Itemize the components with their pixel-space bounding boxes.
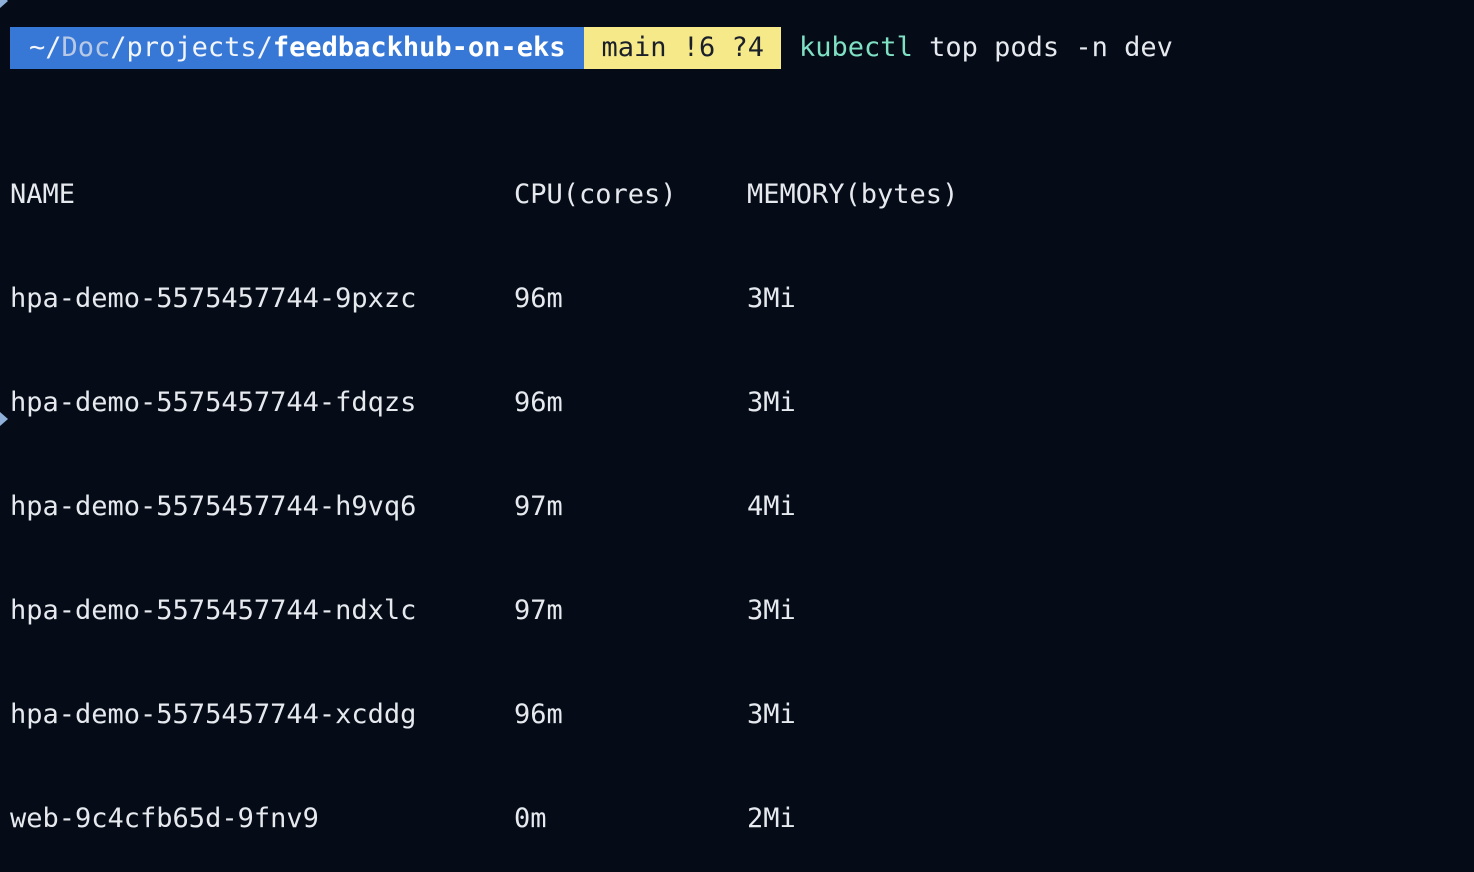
pod-memory: 3Mi [747,283,796,314]
command-name: kubectl [799,32,913,63]
table-row: hpa-demo-5575457744-fdqzs 96m 3Mi [10,382,1047,424]
pod-cpu: 0m [514,803,547,834]
prompt-marker-icon [0,412,8,426]
pod-name: web-9c4cfb65d-9fnv9 [10,803,319,834]
pod-memory: 3Mi [747,387,796,418]
prompt-git-segment: main !6 ?4 [584,27,782,69]
pod-memory: 4Mi [747,491,796,522]
table-row: hpa-demo-5575457744-ndxlc 97m 3Mi [10,590,1047,632]
prompt-marker-icon [0,0,8,8]
terminal-window[interactable]: ~/Doc/projects/feedbackhub-on-eks main !6… [0,0,1474,834]
pod-name: hpa-demo-5575457744-9pxzc [10,283,417,314]
command-text: kubectl top pods -n dev [799,27,1173,69]
pod-name: hpa-demo-5575457744-xcddg [10,699,417,730]
pod-memory: 3Mi [747,595,796,626]
pod-memory: 2Mi [747,803,796,834]
pod-cpu: 96m [514,699,563,730]
header-name: NAME [10,179,76,210]
pod-name: hpa-demo-5575457744-ndxlc [10,595,417,626]
header-memory: MEMORY(bytes) [747,179,959,210]
pod-memory: 3Mi [747,699,796,730]
table-row: hpa-demo-5575457744-h9vq6 97m 4Mi [10,486,1047,528]
path-current-dir: feedbackhub-on-eks [272,32,566,63]
pod-name: hpa-demo-5575457744-h9vq6 [10,491,417,522]
path-prefix: ~/ [29,32,62,63]
path-mid: /projects/ [110,32,273,63]
table-header-row: NAME CPU(cores) MEMORY(bytes) [10,174,1047,216]
table-row: web-9c4cfb65d-9fnv9 0m 2Mi [10,798,1047,840]
pod-cpu: 96m [514,387,563,418]
command-args: top pods -n dev [912,32,1173,63]
pod-cpu: 97m [514,491,563,522]
header-cpu: CPU(cores) [514,179,677,210]
path-dim: Doc [61,32,111,63]
table-row: hpa-demo-5575457744-9pxzc 96m 3Mi [10,278,1047,320]
table-row: hpa-demo-5575457744-xcddg 96m 3Mi [10,694,1047,736]
pod-name: hpa-demo-5575457744-fdqzs [10,387,417,418]
prompt-path-segment: ~/Doc/projects/feedbackhub-on-eks [10,27,585,69]
pod-cpu: 97m [514,595,563,626]
prompt-line: ~/Doc/projects/feedbackhub-on-eks main !6… [10,27,1173,69]
pod-cpu: 96m [514,283,563,314]
command-output-table: NAME CPU(cores) MEMORY(bytes) hpa-demo-5… [10,112,1047,872]
